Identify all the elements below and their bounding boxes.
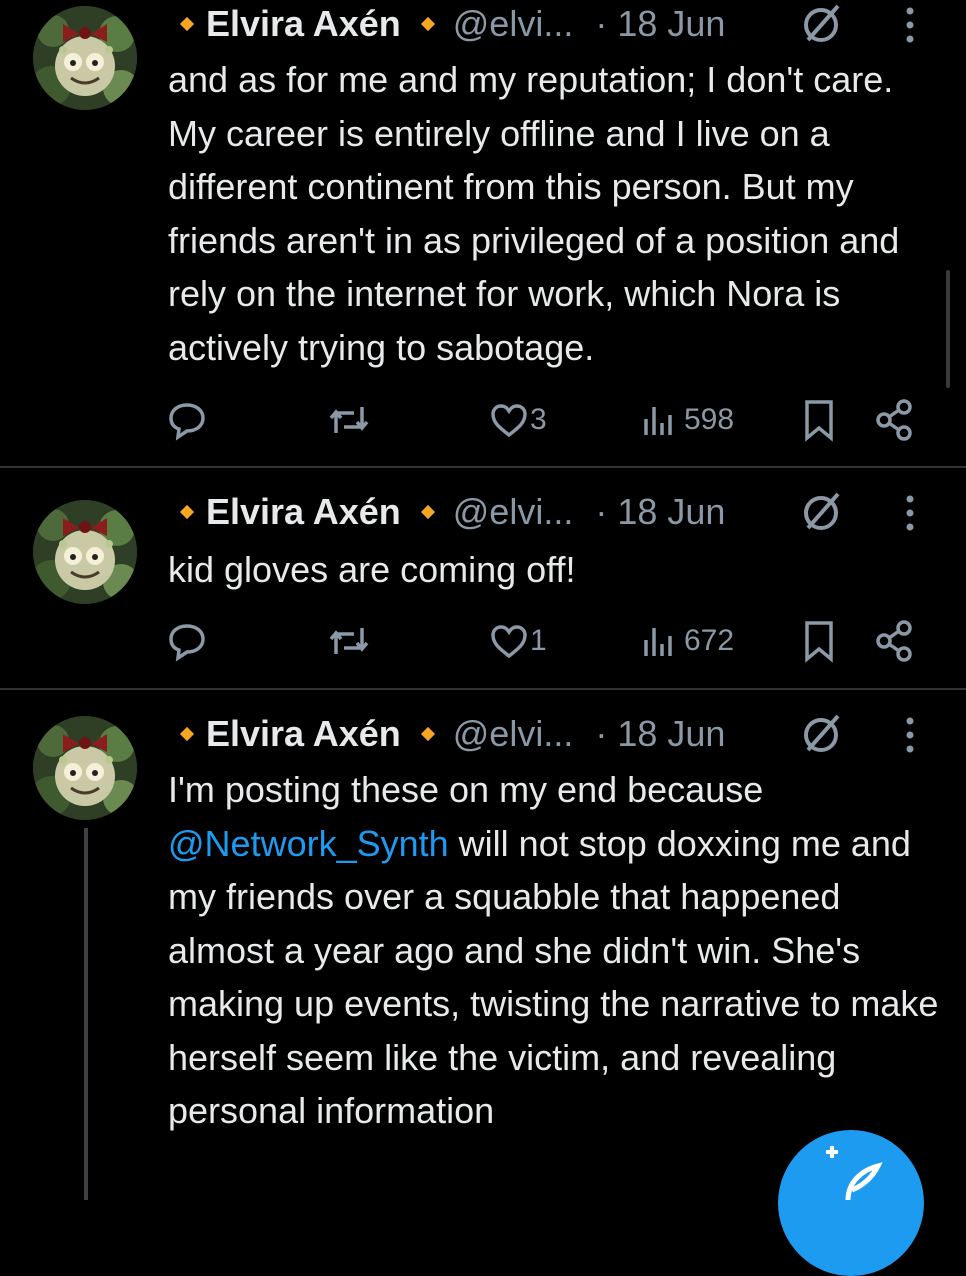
- tweet-text-start: I'm posting these on my end because: [168, 769, 764, 810]
- compose-button[interactable]: [778, 1130, 924, 1276]
- avatar[interactable]: [33, 500, 137, 604]
- display-name[interactable]: Elvira Axén: [206, 3, 401, 45]
- tweet-header: Elvira Axén @elvi... · 18 Jun: [168, 710, 725, 758]
- reply-button[interactable]: [166, 616, 208, 666]
- tweet-date[interactable]: · 18 Jun: [595, 3, 725, 45]
- tweet-text: kid gloves are coming off!: [168, 549, 576, 590]
- tweet-date[interactable]: · 18 Jun: [595, 713, 725, 755]
- badge-diamond-icon: [179, 504, 195, 520]
- avatar[interactable]: [33, 716, 137, 820]
- retweet-icon: [329, 628, 369, 654]
- reply-button[interactable]: [166, 395, 208, 445]
- display-name[interactable]: Elvira Axén: [206, 713, 401, 755]
- badge-diamond-icon: [179, 16, 195, 32]
- mention-link[interactable]: @Network_Synth: [168, 823, 449, 864]
- like-icon: [491, 625, 527, 659]
- like-count: 3: [530, 403, 547, 436]
- tweet[interactable]: Elvira Axén @elvi... · 18 Jun kid gloves…: [0, 468, 966, 688]
- share-icon: [876, 399, 912, 441]
- bookmark-button[interactable]: [800, 616, 838, 666]
- no-entry-icon: [804, 492, 840, 530]
- user-handle[interactable]: @elvi...: [453, 3, 574, 45]
- tweet-header: Elvira Axén @elvi... · 18 Jun: [168, 0, 725, 48]
- tweet-date[interactable]: · 18 Jun: [595, 491, 725, 533]
- views-button[interactable]: 598: [640, 395, 734, 445]
- user-handle[interactable]: @elvi...: [453, 491, 574, 533]
- no-entry-icon: [804, 714, 840, 752]
- more-icon[interactable]: [900, 2, 920, 48]
- no-entry-icon: [804, 4, 840, 42]
- retweet-button[interactable]: [328, 616, 370, 666]
- share-button[interactable]: [874, 616, 914, 666]
- display-name[interactable]: Elvira Axén: [206, 491, 401, 533]
- avatar[interactable]: [33, 6, 137, 110]
- more-icon[interactable]: [900, 712, 920, 758]
- badge-diamond-icon: [420, 504, 435, 520]
- badge-diamond-icon: [179, 726, 195, 742]
- badge-diamond-icon: [420, 16, 435, 32]
- share-button[interactable]: [874, 395, 914, 445]
- user-handle[interactable]: @elvi...: [453, 713, 574, 755]
- more-icon[interactable]: [900, 490, 920, 536]
- view-count: 672: [684, 624, 735, 657]
- tweet-text: and as for me and my reputation; I don't…: [168, 59, 900, 368]
- badge-diamond-icon: [420, 726, 435, 742]
- tweet-text: I'm posting these on my end because @Net…: [168, 763, 948, 1138]
- tweet-actions: 3 598: [0, 395, 966, 445]
- bookmark-icon: [805, 621, 833, 663]
- thread-line: [84, 828, 88, 1200]
- retweet-icon: [329, 407, 369, 433]
- tweet-header: Elvira Axén @elvi... · 18 Jun: [168, 488, 725, 536]
- compose-icon: [826, 1146, 883, 1200]
- view-count: 598: [684, 403, 735, 436]
- views-icon: [644, 407, 672, 435]
- retweet-button[interactable]: [328, 395, 370, 445]
- reply-icon: [169, 624, 205, 662]
- like-count: 1: [530, 624, 547, 657]
- tweet[interactable]: Elvira Axén @elvi... · 18 Jun I'm postin…: [0, 690, 966, 1200]
- views-button[interactable]: 672: [640, 616, 734, 666]
- bookmark-icon: [805, 400, 833, 442]
- reply-icon: [169, 403, 205, 441]
- like-button[interactable]: 1: [488, 616, 547, 666]
- bookmark-button[interactable]: [800, 395, 838, 445]
- like-icon: [491, 404, 527, 438]
- views-icon: [644, 628, 672, 656]
- like-button[interactable]: 3: [488, 395, 547, 445]
- tweet-actions: 1 672: [0, 616, 966, 666]
- share-icon: [876, 620, 912, 662]
- tweet-text-rest: will not stop doxxing me and my friends …: [168, 822, 939, 1132]
- tweet[interactable]: Elvira Axén @elvi... · 18 Jun and as for…: [0, 0, 966, 468]
